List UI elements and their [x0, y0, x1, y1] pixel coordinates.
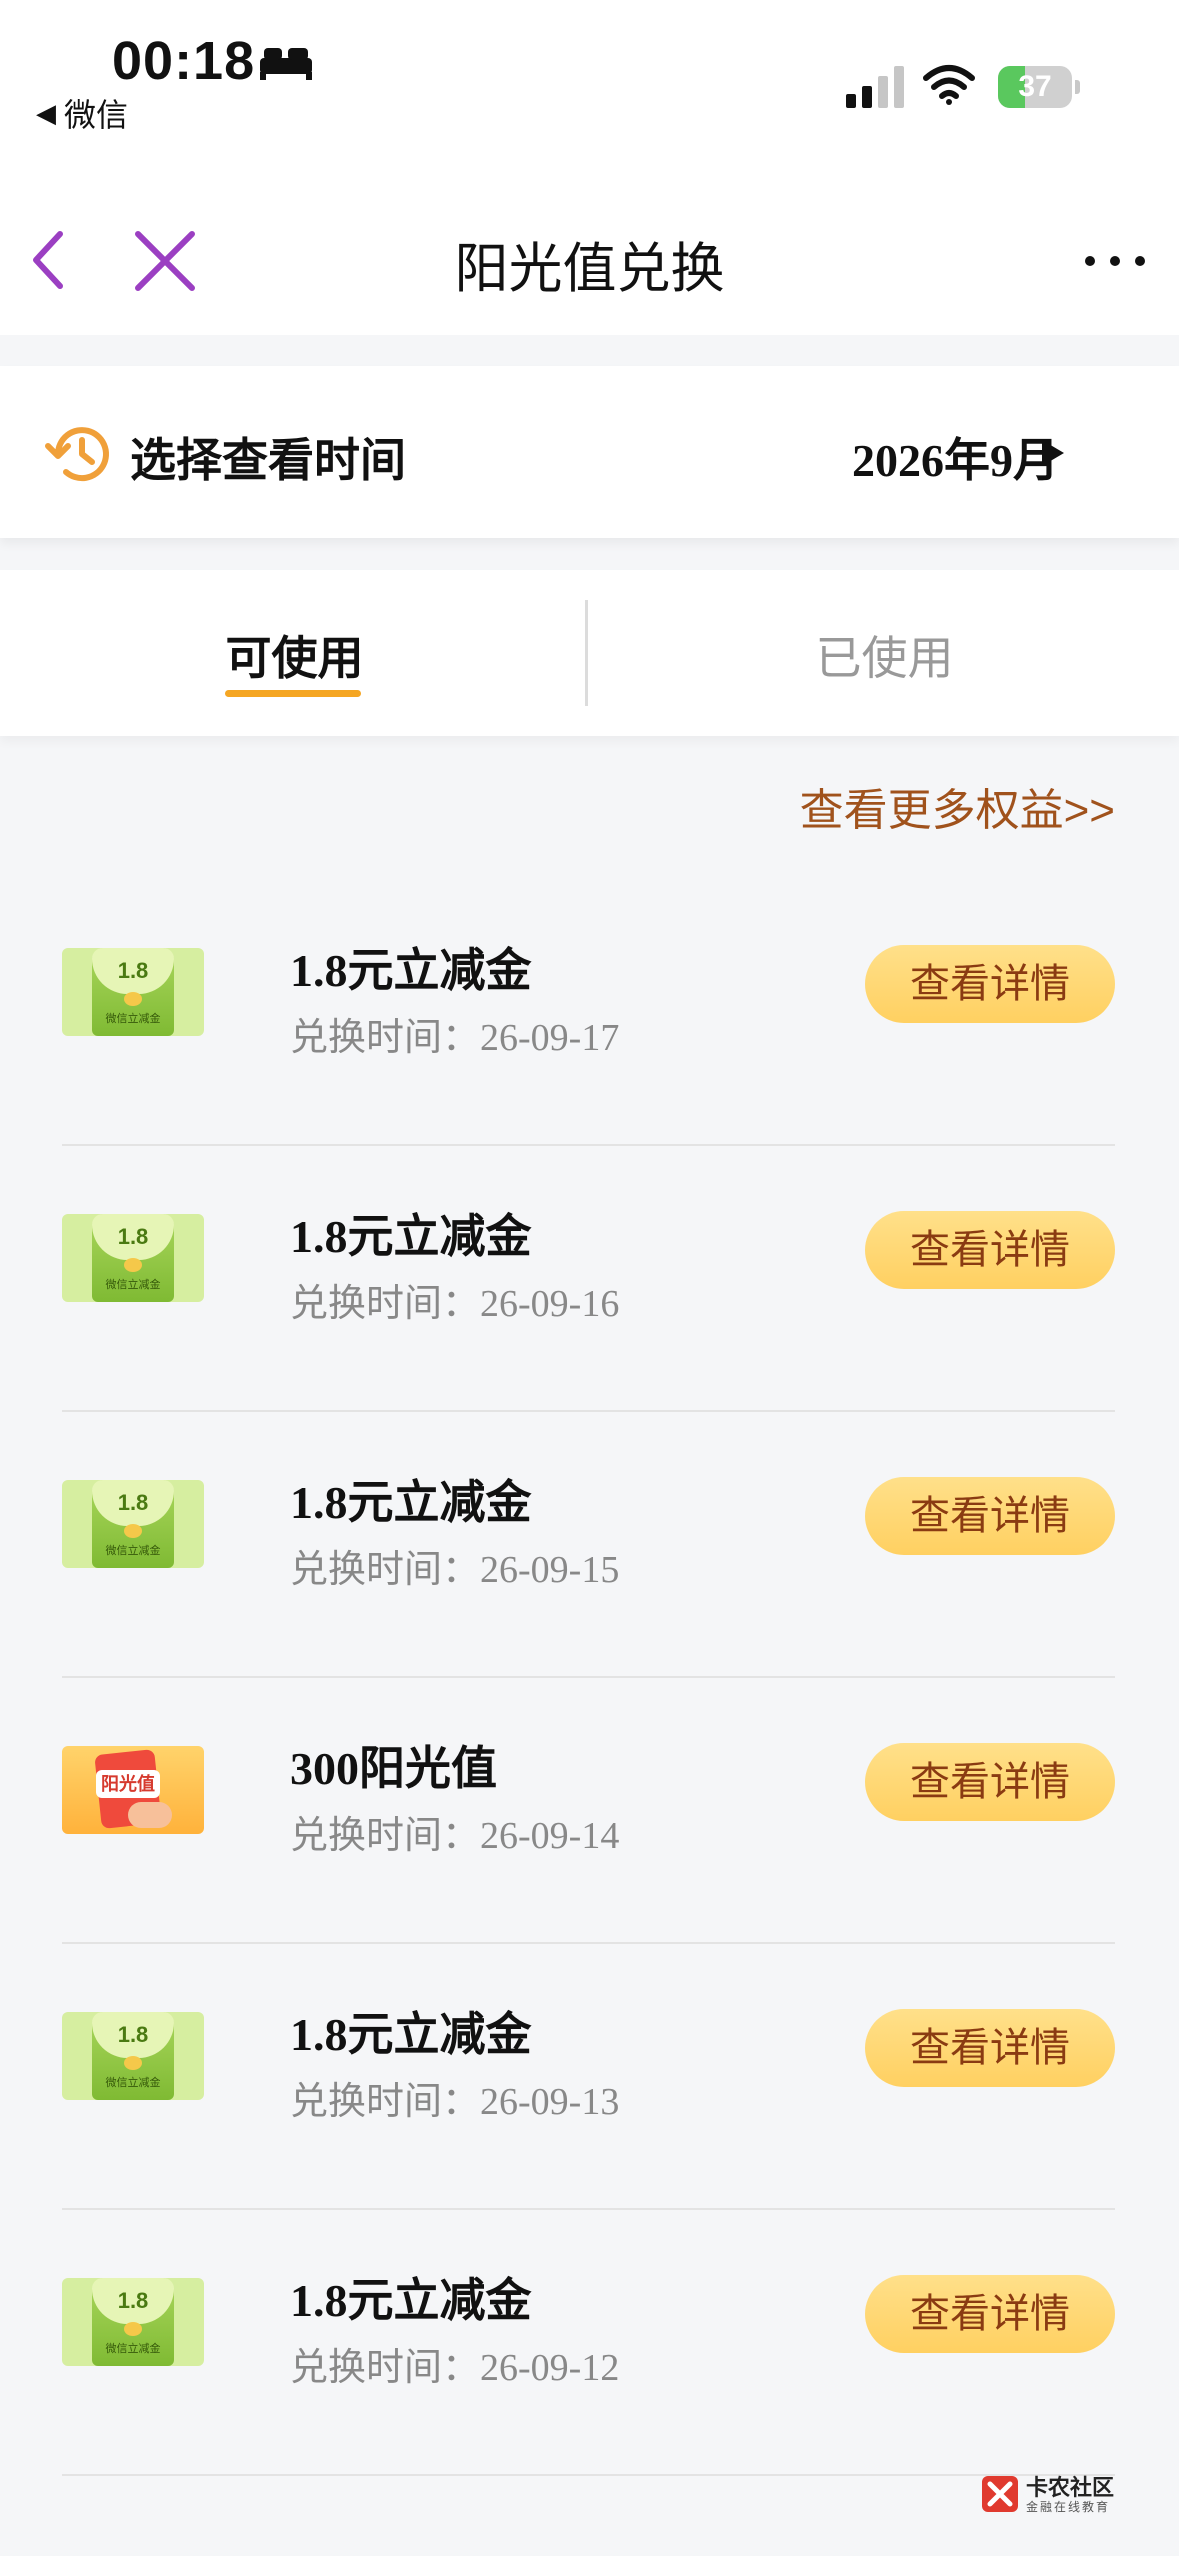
watermark: 卡农社区 金融在线教育 [980, 2466, 1130, 2520]
date-prefix: 兑换时间： [290, 1017, 481, 1059]
tab-available[interactable]: 可使用 [0, 570, 589, 736]
item-redeem-date: 兑换时间：26-09-17 [290, 1006, 619, 1061]
status-time: 00:18 [112, 31, 256, 91]
thumbnail-amount: 1.8 [117, 2288, 149, 2313]
wechat-coupon-thumbnail: 1.8 微信立减金 [62, 948, 204, 1036]
wechat-coupon-thumbnail: 1.8 微信立减金 [62, 2278, 204, 2366]
caret-right-icon[interactable] [1040, 438, 1066, 468]
item-title: 1.8元立减金 [290, 2275, 532, 2326]
item-title: 1.8元立减金 [290, 2009, 532, 2060]
coin-icon [124, 2322, 142, 2336]
hand-shape [128, 1802, 172, 1828]
view-more-benefits-link[interactable]: 查看更多权益>> [800, 774, 1115, 838]
item-title: 1.8元立减金 [290, 945, 532, 996]
thumbnail-label: 阳光值 [96, 1770, 160, 1798]
selected-month[interactable]: 2026年9月 [852, 424, 1059, 490]
date-prefix: 兑换时间： [290, 2081, 481, 2123]
month-selector[interactable]: 选择查看时间 2026年9月 [0, 366, 1179, 538]
list-item: 1.8 微信立减金 1.8元立减金 兑换时间：26-09-15 查看详情 [0, 1412, 1179, 1678]
date-prefix: 兑换时间： [290, 1283, 481, 1325]
back-triangle-icon: ◀ [36, 97, 56, 128]
date-value: 26-09-15 [480, 1549, 620, 1591]
watermark-subtitle: 金融在线教育 [1026, 2500, 1111, 2514]
coin-icon [124, 1524, 142, 1538]
view-details-button[interactable]: 查看详情 [865, 2009, 1115, 2087]
page-title: 阳光值兑换 [454, 239, 725, 299]
sunshine-points-thumbnail: 阳光值 [62, 1746, 204, 1834]
list-item: 1.8 微信立减金 1.8元立减金 兑换时间：26-09-17 查看详情 [0, 880, 1179, 1146]
view-details-button[interactable]: 查看详情 [865, 1211, 1115, 1289]
wifi-icon [923, 65, 975, 105]
coin-icon [124, 2056, 142, 2070]
tab-divider [585, 600, 588, 706]
view-details-button[interactable]: 查看详情 [865, 1743, 1115, 1821]
nav-bar: 阳光值兑换 [0, 160, 1179, 335]
thumbnail-amount: 1.8 [117, 1224, 149, 1249]
thumbnail-amount: 1.8 [117, 2022, 149, 2047]
kanong-logo-icon [982, 2476, 1018, 2512]
sleep-focus-icon [260, 48, 312, 80]
battery-indicator: 37 [998, 66, 1080, 108]
list-item: 1.8 微信立减金 1.8元立减金 兑换时间：26-09-16 查看详情 [0, 1146, 1179, 1412]
view-details-button[interactable]: 查看详情 [865, 1477, 1115, 1555]
item-title: 1.8元立减金 [290, 1211, 532, 1262]
thumbnail-caption: 微信立减金 [105, 1279, 161, 1291]
tab-available-label: 可使用 [225, 632, 364, 684]
date-prefix: 兑换时间： [290, 1815, 481, 1857]
back-to-app-link[interactable]: ◀ 微信 [36, 90, 128, 136]
thumbnail-caption: 微信立减金 [105, 1013, 161, 1025]
item-redeem-date: 兑换时间：26-09-16 [290, 1272, 619, 1327]
item-redeem-date: 兑换时间：26-09-15 [290, 1538, 619, 1593]
item-redeem-date: 兑换时间：26-09-12 [290, 2336, 619, 2391]
battery-tip [1075, 80, 1080, 94]
thumbnail-amount: 1.8 [117, 958, 149, 983]
view-details-button[interactable]: 查看详情 [865, 945, 1115, 1023]
coin-icon [124, 1258, 142, 1272]
date-value: 26-09-17 [480, 1017, 620, 1059]
view-details-button[interactable]: 查看详情 [865, 2275, 1115, 2353]
cellular-signal-icon [846, 66, 904, 108]
item-redeem-date: 兑换时间：26-09-13 [290, 2070, 619, 2125]
thumbnail-amount: 1.8 [117, 1490, 149, 1515]
item-title: 300阳光值 [290, 1743, 497, 1794]
date-value: 26-09-14 [480, 1815, 620, 1857]
back-app-label: 微信 [64, 97, 129, 133]
active-tab-indicator [225, 690, 361, 697]
wechat-coupon-thumbnail: 1.8 微信立减金 [62, 2012, 204, 2100]
item-title: 1.8元立减金 [290, 1477, 532, 1528]
thumbnail-caption: 微信立减金 [105, 1545, 161, 1557]
date-value: 26-09-16 [480, 1283, 620, 1325]
date-value: 26-09-12 [480, 2347, 620, 2389]
wechat-coupon-thumbnail: 1.8 微信立减金 [62, 1214, 204, 1302]
coin-icon [124, 992, 142, 1006]
status-tabs: 可使用 已使用 [0, 570, 1179, 736]
date-value: 26-09-13 [480, 2081, 620, 2123]
battery-body: 37 [998, 66, 1072, 108]
history-clock-icon [45, 427, 109, 482]
tab-used[interactable]: 已使用 [590, 570, 1179, 736]
list-item: 阳光值 300阳光值 兑换时间：26-09-14 查看详情 [0, 1678, 1179, 1944]
more-options-icon[interactable] [1080, 246, 1150, 276]
list-item: 1.8 微信立减金 1.8元立减金 兑换时间：26-09-12 查看详情 [0, 2210, 1179, 2476]
status-bar: 00:18 ◀ 微信 37 [0, 0, 1179, 160]
month-selector-label: 选择查看时间 [130, 434, 406, 486]
date-prefix: 兑换时间： [290, 1549, 481, 1591]
thumbnail-caption: 微信立减金 [105, 2077, 161, 2089]
tab-used-label: 已使用 [815, 632, 954, 684]
battery-percent: 37 [1018, 70, 1052, 103]
row-divider [62, 2474, 1115, 2476]
list-item: 1.8 微信立减金 1.8元立减金 兑换时间：26-09-13 查看详情 [0, 1944, 1179, 2210]
wechat-coupon-thumbnail: 1.8 微信立减金 [62, 1480, 204, 1568]
thumbnail-caption: 微信立减金 [105, 2343, 161, 2355]
date-prefix: 兑换时间： [290, 2347, 481, 2389]
item-redeem-date: 兑换时间：26-09-14 [290, 1804, 619, 1859]
